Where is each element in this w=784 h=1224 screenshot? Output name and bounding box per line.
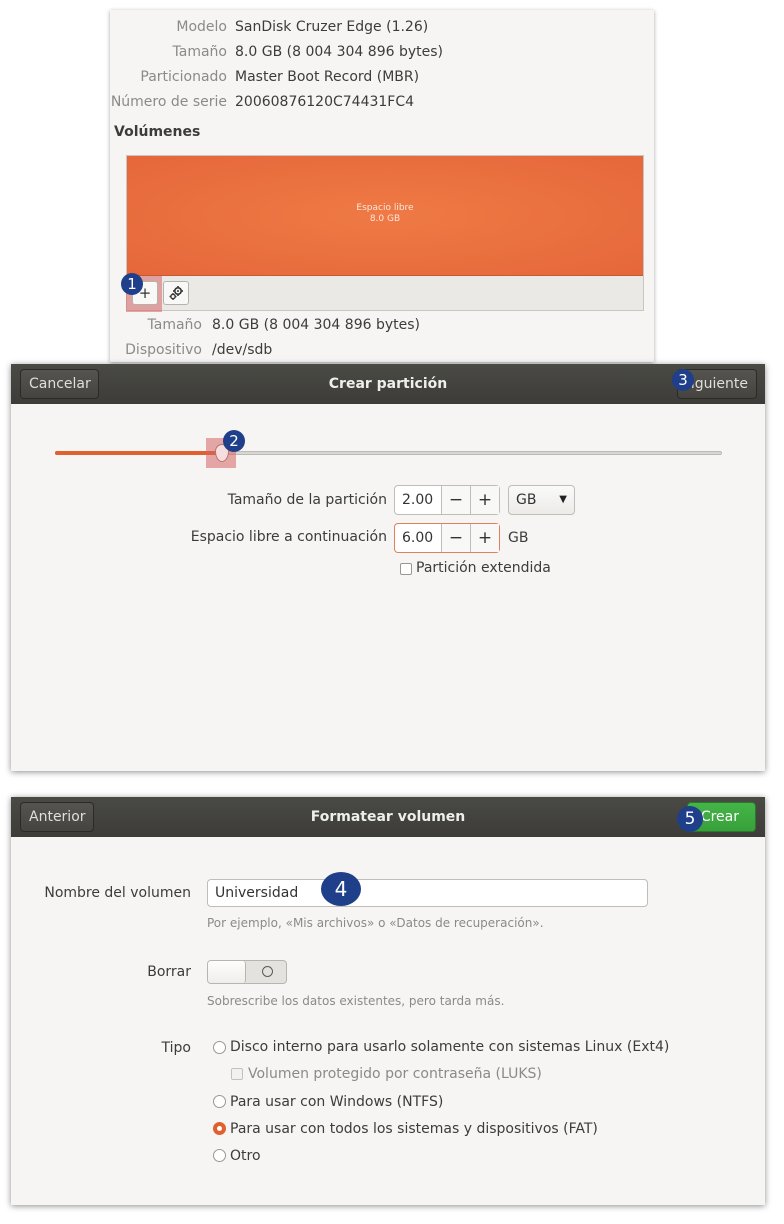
partition-size-value: 2.00 xyxy=(402,492,434,508)
partitioning-value: Master Boot Record (MBR) xyxy=(235,69,420,85)
disk-serial-row: Número de serie 20060876120C74431FC4 xyxy=(110,91,654,113)
free-space-size: 8.0 GB xyxy=(369,214,401,224)
create-partition-dialog: Crear partición Cancelar iguiente 3 2 Ta… xyxy=(11,364,765,771)
serial-key: Número de serie xyxy=(110,94,227,110)
type-radio-other[interactable] xyxy=(213,1149,226,1162)
volume-size-value: 8.0 GB (8 004 304 896 bytes) xyxy=(212,317,420,333)
gears-icon xyxy=(169,286,183,300)
erase-label: Borrar xyxy=(147,964,191,980)
type-radio-ext4[interactable] xyxy=(213,1041,226,1054)
partition-settings-button[interactable] xyxy=(163,281,189,305)
type-ext4-label[interactable]: Disco interno para usarlo solamente con … xyxy=(230,1039,669,1055)
device-value: /dev/sdb xyxy=(212,342,273,358)
volumes-heading: Volúmenes xyxy=(114,124,201,140)
disk-partitioning-row: Particionado Master Boot Record (MBR) xyxy=(110,66,654,88)
partitioning-key: Particionado xyxy=(140,69,227,85)
free-space-unit: GB xyxy=(508,530,529,546)
volume-name-label: Nombre del volumen xyxy=(44,885,191,901)
size-value: 8.0 GB (8 004 304 896 bytes) xyxy=(235,44,443,60)
volume-name-input[interactable]: Universidad xyxy=(207,879,648,907)
format-volume-headerbar: Formatear volumen Anterior Crear 5 xyxy=(11,797,765,837)
model-value: SanDisk Cruzer Edge (1.26) xyxy=(235,19,429,35)
volume-map: Espacio libre 8.0 GB xyxy=(126,155,644,311)
disk-info-panel: Modelo SanDisk Cruzer Edge (1.26) Tamaño… xyxy=(110,10,654,362)
extended-partition-label[interactable]: Partición extendida xyxy=(416,560,551,576)
dialog-title: Formatear volumen xyxy=(310,809,466,825)
chevron-down-icon: ▼ xyxy=(559,494,567,505)
cancel-button[interactable]: Cancelar xyxy=(20,369,99,399)
size-unit-value: GB xyxy=(516,492,537,508)
step-badge-1: 1 xyxy=(121,273,143,295)
disk-size-row: Tamaño 8.0 GB (8 004 304 896 bytes) xyxy=(110,41,654,63)
size-unit-combo[interactable]: GB ▼ xyxy=(508,485,575,515)
volume-device-row: Dispositivo /dev/sdb xyxy=(110,339,654,361)
size-increase-button[interactable]: + xyxy=(470,486,499,514)
volume-size-row: Tamaño 8.0 GB (8 004 304 896 bytes) xyxy=(110,314,654,336)
free-space-segment[interactable]: Espacio libre 8.0 GB xyxy=(127,156,643,276)
free-space-label: Espacio libre xyxy=(356,203,414,213)
size-key: Tamaño xyxy=(172,44,227,60)
partition-size-label: Tamaño de la partición xyxy=(227,492,387,508)
step-badge-2: 2 xyxy=(223,430,245,452)
free-space-after-label: Espacio libre a continuación xyxy=(190,529,387,545)
slider-fill xyxy=(55,451,222,455)
dialog-title: Crear partición xyxy=(328,376,448,392)
serial-value: 20060876120C74431FC4 xyxy=(235,94,415,110)
size-decrease-button[interactable]: − xyxy=(441,486,470,514)
volume-size-key: Tamaño xyxy=(147,317,202,333)
format-volume-dialog: Formatear volumen Anterior Crear 5 Nombr… xyxy=(11,797,765,1205)
type-radio-fat[interactable] xyxy=(213,1122,226,1135)
device-key: Dispositivo xyxy=(125,342,202,358)
type-fat-label[interactable]: Para usar con todos los sistemas y dispo… xyxy=(230,1121,598,1137)
free-increase-button[interactable]: + xyxy=(470,524,499,552)
step-badge-5: 5 xyxy=(677,806,703,832)
model-key: Modelo xyxy=(176,19,227,35)
type-ntfs-label[interactable]: Para usar con Windows (NTFS) xyxy=(230,1094,443,1110)
type-radio-ntfs[interactable] xyxy=(213,1095,226,1108)
free-space-after-value: 6.00 xyxy=(402,530,434,546)
disk-model-row: Modelo SanDisk Cruzer Edge (1.26) xyxy=(110,16,654,38)
free-space-after-spinbutton[interactable]: 6.00 − + xyxy=(394,523,500,553)
free-decrease-button[interactable]: − xyxy=(441,524,470,552)
erase-hint: Sobrescribe los datos existentes, pero t… xyxy=(207,994,505,1008)
erase-switch[interactable] xyxy=(207,960,287,984)
switch-knob xyxy=(208,961,246,983)
extended-partition-checkbox[interactable] xyxy=(400,563,412,575)
create-partition-headerbar: Crear partición Cancelar iguiente 3 xyxy=(11,364,765,404)
switch-off-icon xyxy=(262,966,273,977)
type-other-label[interactable]: Otro xyxy=(230,1148,261,1164)
partition-size-spinbutton[interactable]: 2.00 − + xyxy=(394,485,500,515)
back-button[interactable]: Anterior xyxy=(20,802,94,832)
luks-checkbox xyxy=(231,1068,243,1080)
type-label: Tipo xyxy=(161,1040,191,1056)
step-badge-3: 3 xyxy=(672,369,694,391)
luks-label: Volumen protegido por contraseña (LUKS) xyxy=(248,1066,542,1082)
step-badge-4: 4 xyxy=(321,872,361,906)
volume-name-hint: Por ejemplo, «Mis archivos» o «Datos de … xyxy=(207,916,544,930)
